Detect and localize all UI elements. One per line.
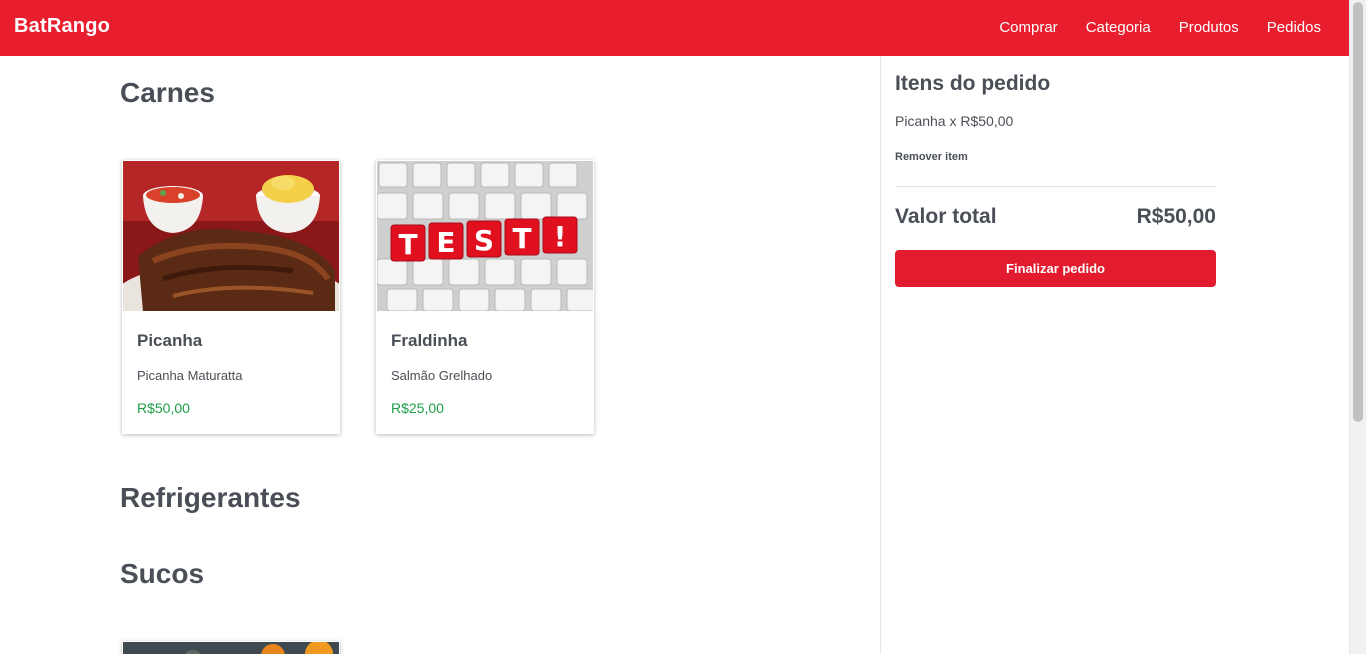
order-sidebar: Itens do pedido Picanha x R$50,00 Remove… xyxy=(880,56,1349,654)
section-title-carnes: Carnes xyxy=(120,77,215,108)
svg-text:T: T xyxy=(398,228,417,261)
scrollbar-thumb[interactable] xyxy=(1353,2,1363,422)
test-keyboard-image: TES T! xyxy=(377,161,593,311)
juice-image xyxy=(123,642,339,654)
svg-text:!: ! xyxy=(554,220,567,253)
svg-text:T: T xyxy=(512,222,531,255)
product-description: Picanha Maturatta xyxy=(137,368,243,383)
product-price: R$25,00 xyxy=(391,400,444,416)
total-value: R$50,00 xyxy=(1136,205,1216,228)
finalize-order-button[interactable]: Finalizar pedido xyxy=(895,250,1216,287)
svg-text:E: E xyxy=(436,226,455,259)
brand-logo[interactable]: BatRango xyxy=(14,15,110,38)
svg-text:S: S xyxy=(474,224,494,257)
section-title-refrigerantes: Refrigerantes xyxy=(120,482,301,513)
product-card-fraldinha[interactable]: TES T! Fraldinha Salmão Grelhado R$25,00 xyxy=(376,160,594,434)
nav-link-comprar[interactable]: Comprar xyxy=(999,19,1057,36)
nav-link-categoria[interactable]: Categoria xyxy=(1086,19,1151,36)
page-scrollbar[interactable] xyxy=(1349,0,1366,654)
order-items-title: Itens do pedido xyxy=(895,72,1051,95)
divider xyxy=(895,186,1216,187)
product-price: R$50,00 xyxy=(137,400,190,416)
nav-link-produtos[interactable]: Produtos xyxy=(1179,19,1239,36)
total-label: Valor total xyxy=(895,205,997,228)
nav-links: Comprar Categoria Produtos Pedidos xyxy=(999,19,1321,36)
meat-dish-image xyxy=(123,161,339,311)
product-description: Salmão Grelhado xyxy=(391,368,493,383)
product-card-picanha[interactable]: Picanha Picanha Maturatta R$50,00 xyxy=(122,160,340,434)
remove-item-link[interactable]: Remover item xyxy=(895,151,968,163)
product-name: Fraldinha xyxy=(391,331,468,350)
product-card-suco[interactable] xyxy=(122,641,340,654)
order-item: Picanha x R$50,00 xyxy=(895,113,1014,129)
nav-link-pedidos[interactable]: Pedidos xyxy=(1267,19,1321,36)
section-title-sucos: Sucos xyxy=(120,558,205,589)
top-navbar: BatRango Comprar Categoria Produtos Pedi… xyxy=(0,0,1349,56)
product-name: Picanha xyxy=(137,331,203,350)
